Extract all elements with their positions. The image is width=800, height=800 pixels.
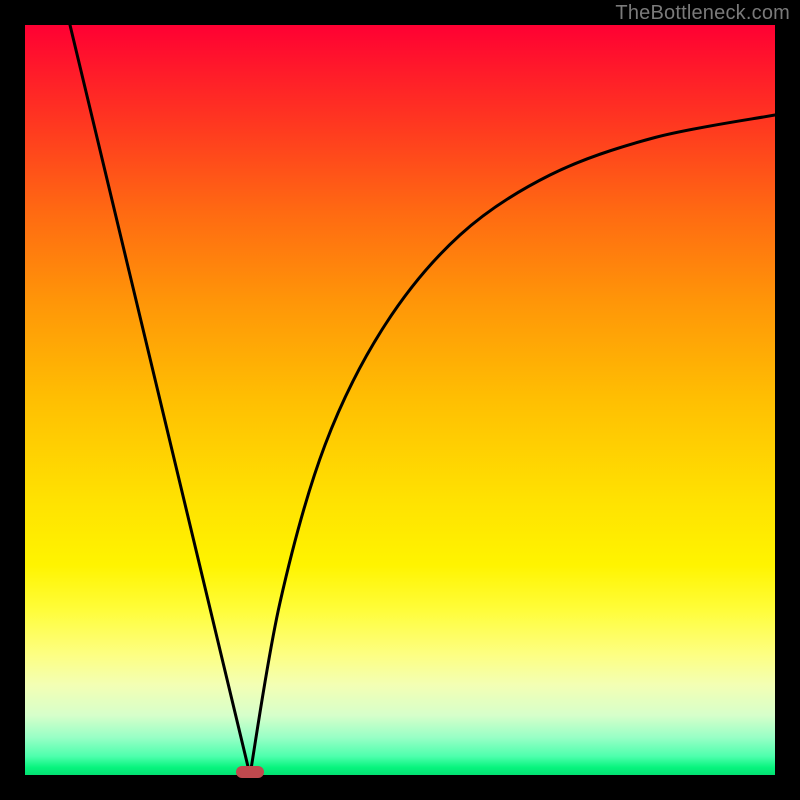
watermark-text: TheBottleneck.com [615,2,790,25]
curve-left-segment [70,25,250,775]
bottleneck-curve [25,25,775,775]
optimum-marker [236,766,264,778]
curve-right-segment [250,115,775,775]
chart-plot-area [25,25,775,775]
chart-frame: TheBottleneck.com [0,0,800,800]
